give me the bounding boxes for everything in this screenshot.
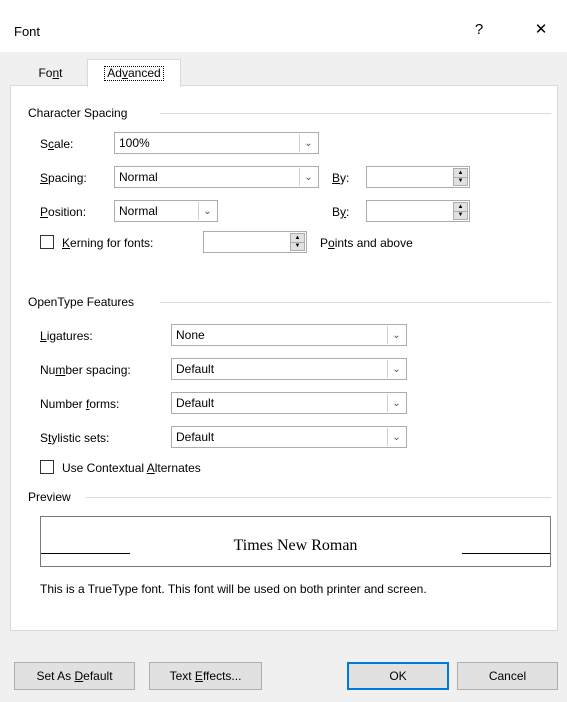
preview-box: Times New Roman [40,516,551,567]
contextual-alternates-label[interactable]: Use Contextual Alternates [62,461,201,475]
set-as-default-label: Set As Default [36,669,113,683]
group-divider [86,497,551,498]
text-effects-label: Text Effects... [169,669,242,683]
help-icon: ? [474,20,484,38]
number-forms-value: Default [176,396,215,410]
chevron-down-icon[interactable]: ⌄ [299,168,317,186]
preview-underline-right [462,553,550,554]
preview-heading: Preview [28,490,77,504]
spacing-by-label: By: [332,171,350,185]
position-by-spinner[interactable]: ▲ ▼ [366,200,470,222]
triangle-down-icon[interactable]: ▼ [291,241,304,251]
number-spacing-value: Default [176,362,215,376]
chevron-down-icon[interactable]: ⌄ [387,326,405,344]
stylistic-sets-label: Stylistic sets: [40,431,110,445]
chevron-down-icon[interactable]: ⌄ [387,394,405,412]
kerning-label[interactable]: Kerning for fonts: [62,236,153,250]
ligatures-value: None [176,328,205,342]
scale-combo[interactable]: 100% ⌄ [114,132,319,154]
chevron-down-icon[interactable]: ⌄ [198,202,216,220]
number-forms-label: Number forms: [40,397,120,411]
number-spacing-label: Number spacing: [40,363,131,377]
stylistic-sets-value: Default [176,430,215,444]
position-combo[interactable]: Normal ⌄ [114,200,218,222]
chevron-down-icon[interactable]: ⌄ [299,134,317,152]
cancel-button[interactable]: Cancel [457,662,558,690]
triangle-up-icon[interactable]: ▲ [454,203,467,211]
scale-label: Scale: [40,137,74,151]
spacing-combo[interactable]: Normal ⌄ [114,166,319,188]
triangle-up-icon[interactable]: ▲ [454,169,467,177]
triangle-down-icon[interactable]: ▼ [454,210,467,220]
scale-value: 100% [119,136,150,150]
set-as-default-button[interactable]: Set As Default [14,662,135,690]
position-value: Normal [119,204,158,218]
help-button[interactable]: ? [464,14,494,44]
tab-advanced-label: Advanced [104,66,164,81]
tab-font-label: Font [38,66,63,80]
tab-advanced[interactable]: Advanced [87,59,181,87]
kerning-spinner[interactable]: ▲ ▼ [203,231,307,253]
position-label: Position: [40,205,87,219]
spacing-label: Spacing: [40,171,87,185]
dialog-title: Font [14,24,41,39]
tab-font[interactable]: Font [11,60,90,85]
character-spacing-heading: Character Spacing [28,106,134,120]
close-button[interactable]: ✕ [526,14,556,44]
kerning-suffix: Points and above [320,236,413,250]
spacing-by-spinner[interactable]: ▲ ▼ [366,166,470,188]
kerning-checkbox[interactable] [40,235,54,249]
triangle-down-icon[interactable]: ▼ [454,176,467,186]
number-spacing-combo[interactable]: Default ⌄ [171,358,407,380]
stylistic-sets-combo[interactable]: Default ⌄ [171,426,407,448]
close-icon: ✕ [534,21,548,38]
triangle-up-icon[interactable]: ▲ [291,234,304,242]
contextual-alternates-checkbox[interactable] [40,460,54,474]
spacing-value: Normal [119,170,158,184]
preview-description: This is a TrueType font. This font will … [40,582,427,596]
number-forms-combo[interactable]: Default ⌄ [171,392,407,414]
text-effects-button[interactable]: Text Effects... [149,662,262,690]
ligatures-label: Ligatures: [40,329,93,343]
ok-button[interactable]: OK [347,662,449,690]
opentype-heading: OpenType Features [28,295,141,309]
position-by-label: By: [332,205,350,219]
group-divider [160,113,551,114]
ligatures-combo[interactable]: None ⌄ [171,324,407,346]
group-divider [160,302,551,303]
chevron-down-icon[interactable]: ⌄ [387,360,405,378]
chevron-down-icon[interactable]: ⌄ [387,428,405,446]
